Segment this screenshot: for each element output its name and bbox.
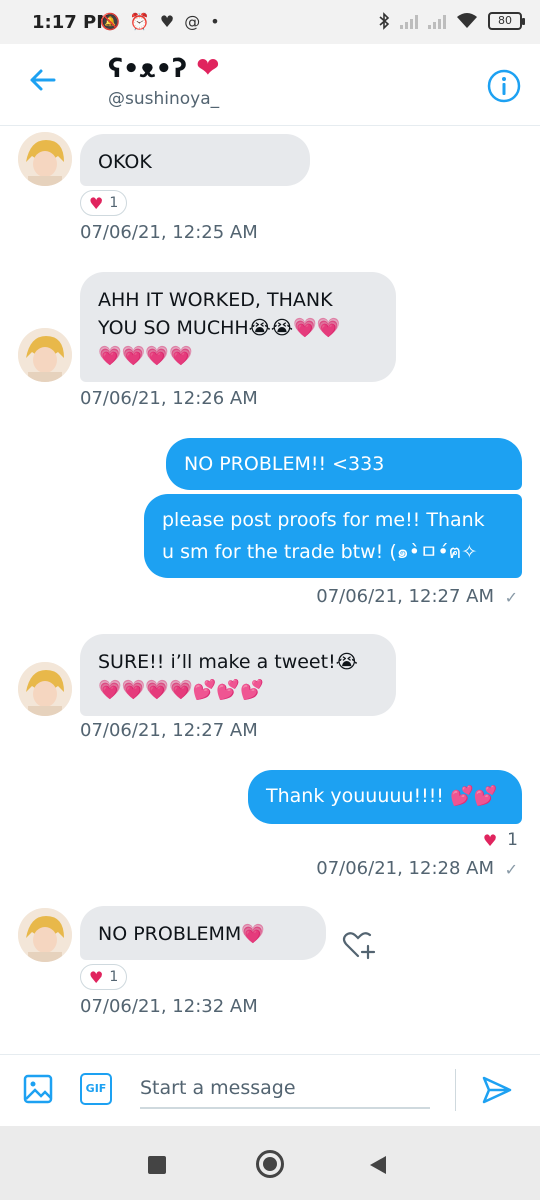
message-timestamp: 07/06/21, 12:28 AM <box>316 858 494 879</box>
info-icon[interactable] <box>486 68 522 104</box>
message-composer: GIF <box>0 1054 540 1126</box>
sent-check-icon: ✓ <box>504 860 518 879</box>
user-handle: @sushinoya_ <box>108 89 220 109</box>
back-triangle-icon[interactable] <box>370 1156 386 1174</box>
heart-icon: ♥ <box>159 12 175 31</box>
message-text-line: SURE!! i’ll make a tweet!😭 <box>98 651 358 673</box>
battery-icon: 80 <box>488 12 525 30</box>
home-icon[interactable] <box>256 1150 284 1178</box>
gif-icon[interactable]: GIF <box>80 1073 112 1105</box>
message-bubble-incoming[interactable]: SURE!! i’ll make a tweet!😭 💗💗💗💗💕💕💕 <box>80 634 396 716</box>
back-arrow-icon[interactable] <box>26 64 58 96</box>
reaction-badge[interactable]: ♥ 1 <box>80 190 128 216</box>
message-timestamp: 07/06/21, 12:26 AM <box>80 388 258 409</box>
message-bubble-outgoing[interactable]: please post proofs for me!! Thank u sm f… <box>144 494 522 578</box>
status-system-icons: 80 <box>378 12 525 30</box>
conversation-header: ʕ•ᴥ•ʔ ❤ @sushinoya_ <box>0 44 540 126</box>
message-timestamp: 07/06/21, 12:27 AM <box>316 586 494 607</box>
message-text: NO PROBLEMM💗 <box>98 923 265 945</box>
media-image-icon[interactable] <box>22 1073 54 1105</box>
message-list[interactable]: OKOK ♥ 1 07/06/21, 12:25 AM AHH IT WORKE… <box>0 126 540 1054</box>
message-bubble-incoming[interactable]: NO PROBLEMM💗 <box>80 906 326 960</box>
signal-icon <box>400 13 418 29</box>
bluetooth-icon <box>379 12 390 30</box>
reaction-count: 1 <box>109 969 119 985</box>
heart-reaction-icon: ♥ <box>89 193 104 213</box>
avatar[interactable] <box>18 132 72 186</box>
reaction-badge[interactable]: ♥ 1 <box>483 830 518 850</box>
composer-divider <box>455 1069 456 1111</box>
add-reaction-icon[interactable] <box>340 926 376 962</box>
reaction-badge[interactable]: ♥ 1 <box>80 964 128 990</box>
message-bubble-outgoing[interactable]: Thank youuuuu!!!! 💕💕 <box>248 770 522 824</box>
sent-check-icon: ✓ <box>504 588 518 607</box>
avatar[interactable] <box>18 328 72 382</box>
message-timestamp: 07/06/21, 12:27 AM <box>80 720 258 741</box>
status-bar: 1:17 PM 🔕 ⏰ ♥ @ • 80 <box>0 0 540 44</box>
at-icon: @ <box>184 12 201 31</box>
message-bubble-incoming[interactable]: OKOK <box>80 134 310 186</box>
status-notification-icons: 🔕 ⏰ ♥ @ • <box>100 12 220 32</box>
message-text-line: 💗💗💗💗 <box>98 345 193 367</box>
reaction-count: 1 <box>109 195 119 211</box>
message-text: Thank youuuuu!!!! 💕💕 <box>266 785 498 807</box>
signal-icon <box>428 13 446 29</box>
avatar[interactable] <box>18 908 72 962</box>
message-bubble-incoming[interactable]: AHH IT WORKED, THANK YOU SO MUCHH😭😭💗💗 💗💗… <box>80 272 396 382</box>
message-text-line: u sm for the trade btw! (๑•̀ㅁ•́ฅ✧ <box>162 541 478 563</box>
dot-icon: • <box>210 12 220 31</box>
message-bubble-outgoing[interactable]: NO PROBLEM!! <333 <box>166 438 522 490</box>
conversation-title[interactable]: ʕ•ᴥ•ʔ ❤ @sushinoya_ <box>108 50 220 111</box>
message-input[interactable] <box>140 1069 430 1109</box>
avatar[interactable] <box>18 662 72 716</box>
message-text-line: 💗💗💗💗💕💕💕 <box>98 679 264 701</box>
message-text: NO PROBLEM!! <333 <box>184 453 385 475</box>
display-name: ʕ•ᴥ•ʔ ❤ <box>108 51 220 84</box>
heart-reaction-icon: ♥ <box>482 830 498 850</box>
message-timestamp: 07/06/21, 12:25 AM <box>80 222 258 243</box>
reaction-count: 1 <box>507 830 518 850</box>
message-text-line: AHH IT WORKED, THANK <box>98 289 333 311</box>
system-nav-bar <box>0 1126 540 1200</box>
message-text-line: YOU SO MUCHH😭😭💗💗 <box>98 317 341 339</box>
heart-emoji: ❤ <box>196 51 220 84</box>
alarm-icon: ⏰ <box>129 12 150 31</box>
heart-reaction-icon: ♥ <box>89 967 104 987</box>
message-timestamp: 07/06/21, 12:32 AM <box>80 996 258 1017</box>
recents-icon[interactable] <box>148 1156 166 1174</box>
wifi-icon <box>457 13 477 28</box>
muted-bell-icon: 🔕 <box>100 12 120 31</box>
message-text: OKOK <box>98 151 152 173</box>
send-icon[interactable] <box>480 1073 514 1107</box>
message-text-line: please post proofs for me!! Thank <box>162 509 485 531</box>
